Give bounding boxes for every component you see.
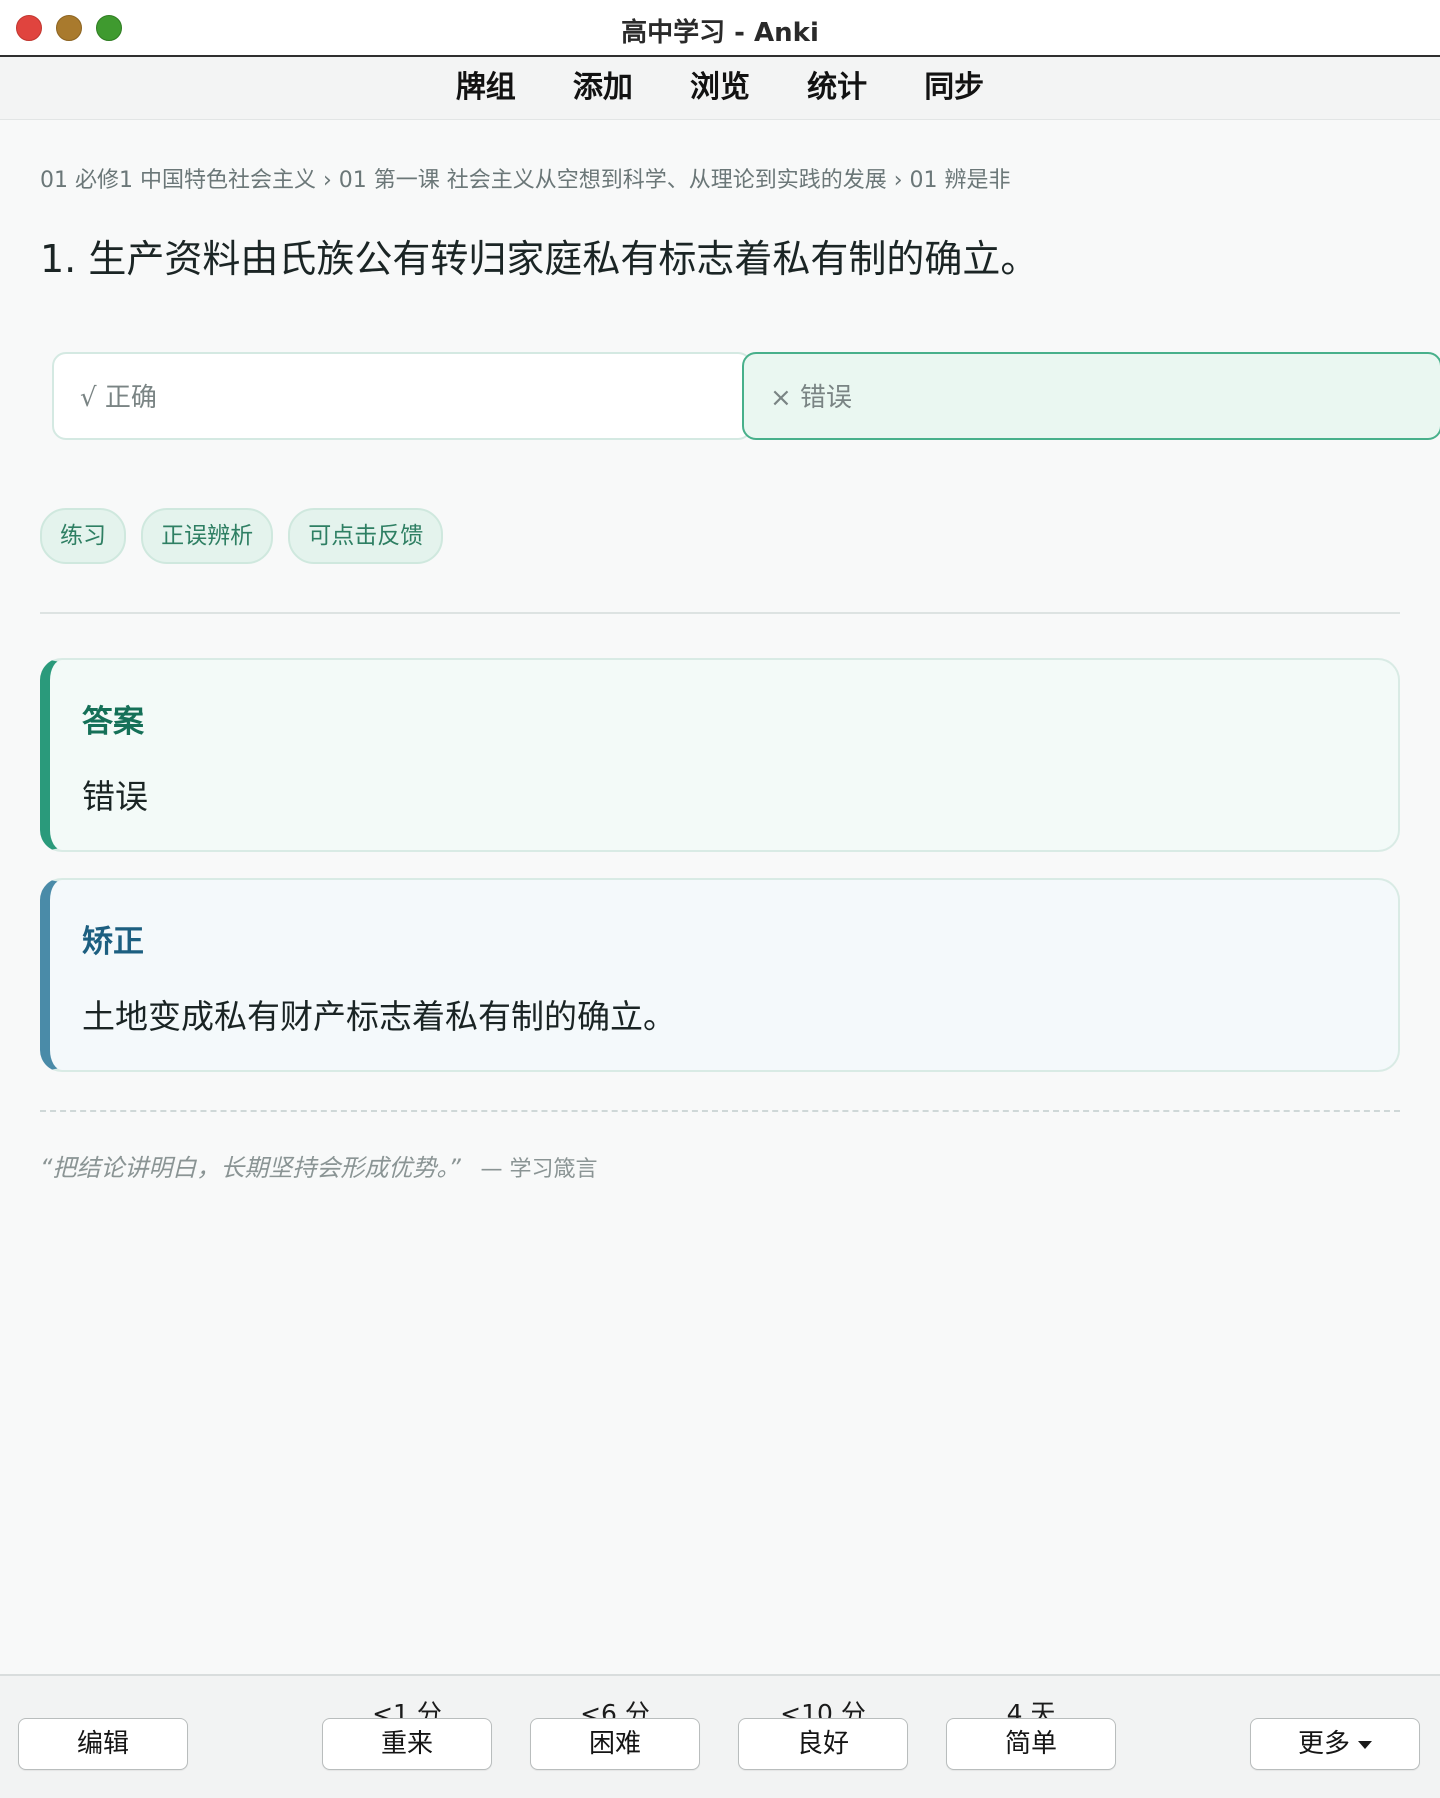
dashed-divider — [40, 1110, 1400, 1112]
correction-panel: 矫正 土地变成私有财产标志着私有制的确立。 — [40, 878, 1400, 1072]
tag-practice[interactable]: 练习 — [40, 508, 126, 564]
correction-body: 土地变成私有财产标志着私有制的确立。 — [82, 997, 676, 1036]
more-button[interactable]: 更多 — [1250, 1718, 1420, 1770]
nav-decks[interactable]: 牌组 — [456, 57, 516, 119]
nav-sync[interactable]: 同步 — [924, 57, 984, 119]
edit-button[interactable]: 编辑 — [18, 1718, 188, 1770]
easy-button[interactable]: 简单 — [946, 1718, 1116, 1770]
answer-title: 答案 — [82, 704, 144, 740]
answer-panel: 答案 错误 — [40, 658, 1400, 852]
more-label: 更多 — [1297, 1729, 1350, 1759]
hard-button[interactable]: 困难 — [530, 1718, 700, 1770]
tag-true-false-analysis[interactable]: 正误辨析 — [141, 508, 274, 564]
window-title: 高中学习 - Anki — [621, 18, 819, 48]
question-text: 1. 生产资料由氏族公有转归家庭私有标志着私有制的确立。 — [40, 237, 1039, 281]
motto-source: — 学习箴言 — [480, 1157, 598, 1182]
choice-correct[interactable]: √ 正确 — [52, 352, 752, 440]
breadcrumb: 01 必修1 中国特色社会主义 › 01 第一课 社会主义从空想到科学、从理论到… — [40, 168, 1011, 193]
tag-clickable-feedback[interactable]: 可点击反馈 — [288, 508, 444, 564]
motto: “把结论讲明白，长期坚持会形成优势。” — 学习箴言 — [40, 1148, 598, 1183]
choice-group: √ 正确 × 错误 — [52, 352, 1440, 444]
tag-list: 练习 正误辨析 可点击反馈 — [40, 508, 453, 564]
anki-window: 高中学习 - Anki 牌组 添加 浏览 统计 同步 01 必修1 中国特色社会… — [0, 0, 1440, 1798]
nav-browse[interactable]: 浏览 — [690, 57, 750, 119]
good-button[interactable]: 良好 — [738, 1718, 908, 1770]
answer-body: 错误 — [82, 777, 148, 816]
caret-down-icon — [1358, 1740, 1372, 1749]
divider — [40, 612, 1400, 614]
nav-stats[interactable]: 统计 — [807, 57, 867, 119]
nav-add[interactable]: 添加 — [573, 57, 633, 119]
top-nav: 牌组 添加 浏览 统计 同步 — [0, 57, 1440, 120]
again-button[interactable]: 重来 — [322, 1718, 492, 1770]
motto-quote: “把结论讲明白，长期坚持会形成优势。” — [40, 1154, 461, 1182]
title-bar: 高中学习 - Anki — [0, 0, 1440, 57]
correction-title: 矫正 — [82, 924, 144, 960]
choice-wrong[interactable]: × 错误 — [742, 352, 1440, 440]
review-bottom-bar: 编辑 <1 分 重来 <6 分 困难 <10 分 良好 4 天 简单 更多 — [0, 1674, 1440, 1798]
